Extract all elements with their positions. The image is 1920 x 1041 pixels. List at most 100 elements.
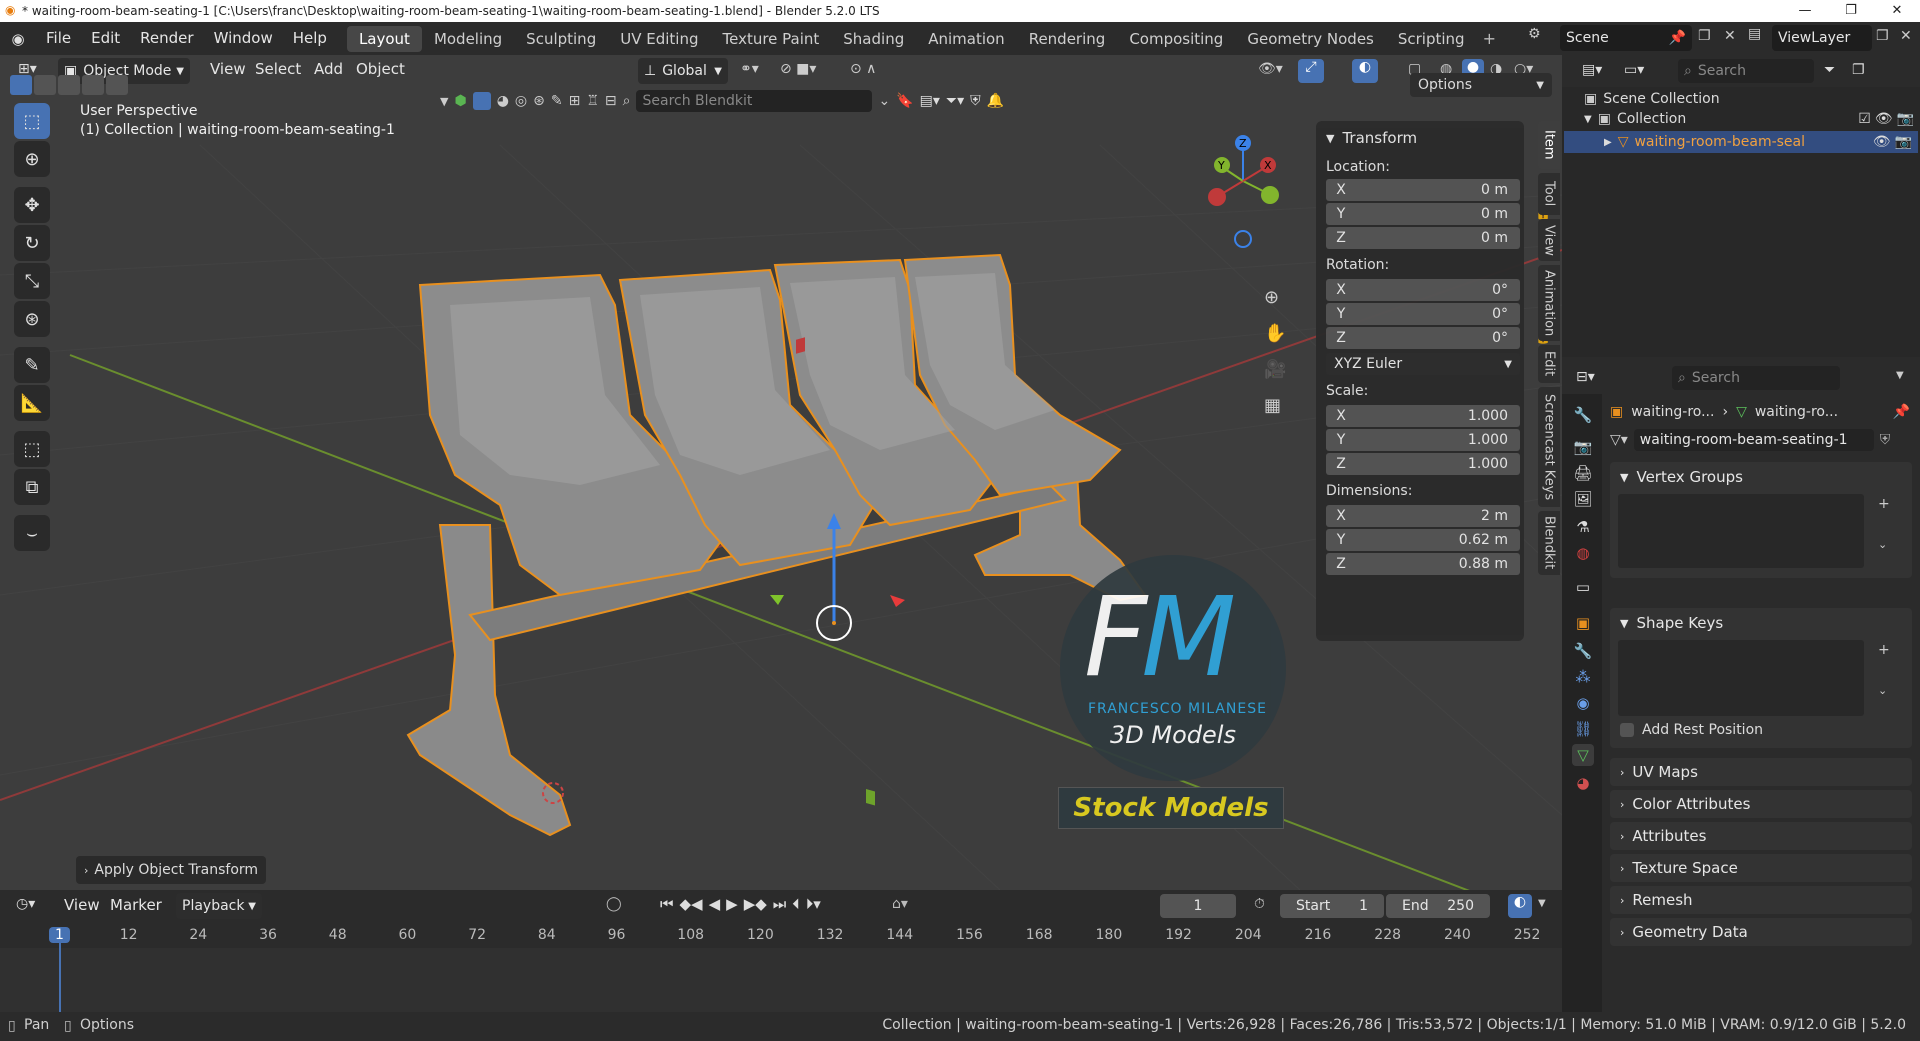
scale-x-field[interactable]: X 1.000 [1326, 405, 1520, 427]
blendkit-brushes-icon[interactable]: ✎ [551, 93, 563, 109]
blendkit-scenes-icon[interactable]: ⊛ [533, 93, 545, 109]
grid-view-icon[interactable]: ▦ [1264, 395, 1281, 416]
close-icon[interactable]: ✕ [1874, 0, 1920, 22]
tab-edit[interactable]: Edit [1538, 345, 1560, 383]
timeline-area[interactable]: 1 12 24 36 48 60 72 84 96 108 120 132 144 156 168 180 19… [0, 922, 1562, 1012]
navigation-gizmo[interactable]: Z Y X [1200, 129, 1300, 249]
menu-render[interactable]: Render [130, 22, 203, 55]
physics-properties-icon[interactable]: ◉ [1572, 692, 1594, 714]
select-invert-icon[interactable] [82, 75, 104, 95]
scale-tool[interactable]: ⤡ [14, 263, 50, 299]
blendkit-materials-icon[interactable]: ◕ [497, 93, 509, 109]
viewport-menu-select[interactable]: Select [245, 55, 311, 86]
add-cube-tool[interactable]: ⬚ [14, 431, 50, 467]
world-properties-icon[interactable]: ◍ [1572, 542, 1594, 564]
tab-texture-paint[interactable]: Texture Paint [710, 26, 831, 52]
operator-redo-panel[interactable]: › Apply Object Transform [76, 856, 266, 884]
tab-compositing[interactable]: Compositing [1117, 26, 1235, 52]
orientation-selector[interactable]: ⊥ Global ▼ [638, 58, 728, 84]
select-extend-icon[interactable] [34, 75, 56, 95]
outliner-search-input[interactable]: ⌕ Search [1678, 59, 1814, 83]
delete-view-layer-icon[interactable]: ✕ [1900, 28, 1912, 44]
gizmo-toggle-icon[interactable]: ⤢ [1298, 59, 1324, 83]
layout-icon[interactable]: ▤▾ [920, 93, 940, 109]
scene-selector[interactable]: Scene 📌 [1560, 25, 1692, 51]
playhead-line[interactable] [59, 942, 61, 1012]
start-frame-field[interactable]: Start 1 [1280, 894, 1384, 918]
constraints-properties-icon[interactable]: ⛓ [1572, 718, 1594, 740]
camera-icon[interactable]: 🎥 [1264, 359, 1286, 380]
rotation-x-field[interactable]: X 0° [1326, 279, 1520, 301]
tab-blendkit[interactable]: Blendkit [1538, 511, 1560, 575]
rotation-z-field[interactable]: Z 0° [1326, 327, 1520, 349]
view-layer-properties-icon[interactable]: 🖼 [1572, 488, 1594, 510]
prev-frame-icon[interactable]: ⏴ [792, 895, 800, 913]
dimensions-z-field[interactable]: Z 0.88 m [1326, 553, 1520, 575]
transform-tool[interactable]: ⊛ [14, 301, 50, 337]
record-icon[interactable]: ◯ [606, 896, 622, 912]
render-properties-icon[interactable]: 📷 [1572, 436, 1594, 458]
dimensions-y-field[interactable]: Y 0.62 m [1326, 529, 1520, 551]
blendkit-nodegroups-icon[interactable]: ⊞ [569, 93, 581, 109]
tab-item[interactable]: Item [1538, 121, 1560, 169]
next-keyframe-icon[interactable]: ▶◆ [744, 895, 767, 913]
bookmark-icon[interactable]: 🔖 [896, 93, 913, 109]
tab-animation[interactable]: Animation [1538, 265, 1560, 341]
view-layer-selector[interactable]: ViewLayer [1772, 25, 1872, 51]
next-frame-icon[interactable]: ⏵▾ [806, 895, 821, 913]
properties-search-input[interactable]: ⌕ Search [1672, 366, 1840, 390]
menu-help[interactable]: Help [283, 22, 337, 55]
color-attributes-panel[interactable]: › Color Attributes [1610, 790, 1912, 818]
blendkit-addons-icon[interactable]: ⊟ [605, 93, 617, 109]
stopwatch-icon[interactable]: ⏱ [1254, 896, 1265, 912]
autokey-icon[interactable]: ⌂▾ [892, 896, 908, 912]
blendkit-models-icon[interactable] [472, 92, 491, 110]
material-properties-icon[interactable]: ◕ [1572, 772, 1594, 794]
maximize-icon[interactable]: ❐ [1828, 0, 1874, 22]
search-dropdown-icon[interactable]: ⌄ [878, 93, 890, 109]
scene-collection-row[interactable]: ▣ Scene Collection [1584, 91, 1720, 107]
particles-properties-icon[interactable]: ⁂ [1572, 666, 1594, 688]
delete-scene-icon[interactable]: ✕ [1724, 28, 1736, 44]
scene-properties-icon[interactable]: ⚗ [1572, 516, 1594, 538]
shield-icon[interactable]: ⛨ [970, 93, 981, 109]
shape-keys-header[interactable]: ▼ Shape Keys [1610, 608, 1912, 638]
play-icon[interactable]: ▶ [726, 895, 738, 913]
minimize-icon[interactable]: — [1782, 0, 1828, 22]
location-z-field[interactable]: Z0 m [1326, 227, 1520, 249]
location-x-field[interactable]: X0 m [1326, 179, 1520, 201]
rotate-tool[interactable]: ↻ [14, 225, 50, 261]
display-mode-icon[interactable]: ▭▾ [1624, 62, 1644, 78]
tab-sculpting[interactable]: Sculpting [514, 26, 608, 52]
blendkit-logo-icon[interactable]: ⬢ [454, 93, 466, 109]
notification-bell-icon[interactable]: 🔔 [987, 93, 1004, 109]
pivot-icon[interactable]: ⚭▾ [740, 61, 759, 77]
modifier-properties-icon[interactable]: 🔧 [1572, 640, 1594, 662]
select-box-tool[interactable]: ⬚ [14, 103, 50, 139]
prev-keyframe-icon[interactable]: ◆◀ [680, 895, 703, 913]
shape-keys-list[interactable] [1618, 640, 1864, 716]
vertex-groups-header[interactable]: ▼ Vertex Groups [1610, 462, 1912, 492]
new-scene-icon[interactable]: ❐ [1698, 28, 1711, 44]
playback-dropdown[interactable]: Playback ▼ [176, 893, 262, 919]
collection-properties-icon[interactable]: ▭ [1572, 576, 1594, 598]
menu-window[interactable]: Window [204, 22, 283, 55]
timeline-overlay-icon[interactable]: ◐ [1508, 894, 1532, 918]
end-frame-field[interactable]: End 250 [1386, 894, 1490, 918]
timeline-menu-marker[interactable]: Marker [100, 889, 172, 922]
chevron-down-icon[interactable]: ▼ [1896, 370, 1904, 381]
snap-icon[interactable]: ⊘ ■▾ [780, 61, 816, 77]
tab-animation[interactable]: Animation [916, 26, 1016, 52]
attributes-panel[interactable]: › Attributes [1610, 822, 1912, 850]
vertex-groups-list[interactable] [1618, 494, 1864, 568]
zoom-icon[interactable]: ⊕ [1264, 287, 1279, 308]
tab-tool[interactable]: Tool [1538, 173, 1560, 215]
view-layer-icon[interactable]: ▤ [1748, 26, 1761, 42]
blender-menu-icon[interactable]: ◉ [0, 30, 36, 48]
tool-settings-icon[interactable]: 🔧 [1572, 404, 1594, 426]
scene-icon[interactable]: ⚙ [1528, 26, 1541, 42]
pin-icon[interactable]: 📌 [1669, 30, 1686, 46]
new-collection-icon[interactable]: ❐ [1852, 62, 1865, 78]
proportional-edit-icon[interactable]: ⊙ ∧ [850, 61, 876, 77]
chevron-down-icon[interactable]: ⌄ [1878, 538, 1887, 551]
